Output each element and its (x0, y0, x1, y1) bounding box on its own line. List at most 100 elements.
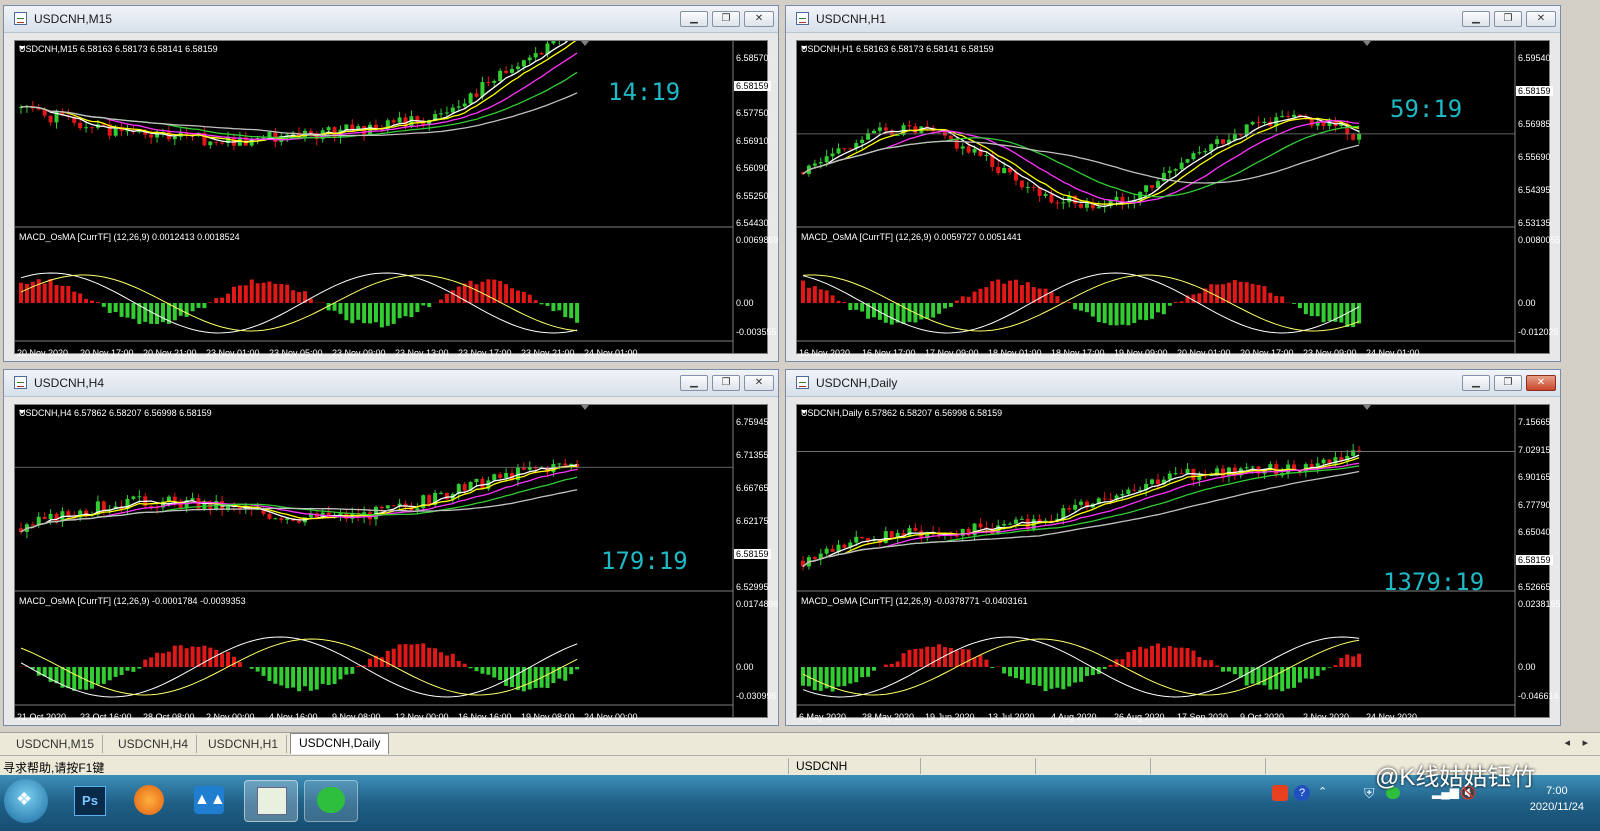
macd-histogram-bar (1274, 295, 1279, 303)
macd-histogram-bar (439, 652, 444, 667)
macd-histogram-bar (397, 644, 402, 667)
candle (527, 57, 532, 61)
title-bar[interactable]: USDCNH,H1 ▁ ❐ ✕ (786, 6, 1560, 33)
macd-histogram-bar (1297, 667, 1302, 683)
tray-arrow-icon[interactable]: ⌃ (1318, 785, 1327, 798)
macd-histogram-bar (984, 659, 989, 667)
chart-shift-marker (581, 41, 589, 46)
macd-histogram-bar (84, 667, 89, 690)
macd-histogram-bar (1173, 647, 1178, 667)
chart-window-m15[interactable]: USDCNH,M15 ▁ ❐ ✕ USDCNH,M15 6.58163 6.58… (3, 5, 779, 362)
macd-histogram-bar (356, 303, 361, 320)
tab-scroll-left-icon[interactable]: ◂ (1564, 736, 1570, 749)
macd-histogram-bar (267, 667, 272, 681)
candle (889, 531, 894, 539)
chart-window-h1[interactable]: USDCNH,H1 ▁ ❐ ✕ USDCNH,H1 6.58163 6.5817… (785, 5, 1561, 362)
sogou-icon[interactable] (1272, 785, 1288, 801)
macd-histogram-bar (267, 281, 272, 303)
start-button[interactable]: ❖ (4, 779, 48, 823)
close-button[interactable]: ✕ (744, 11, 774, 27)
candle (830, 548, 835, 552)
candle (1120, 493, 1125, 496)
browser-icon[interactable] (126, 780, 172, 820)
mt4-taskbar-button[interactable] (244, 780, 298, 822)
candle (1079, 203, 1084, 208)
candle (101, 501, 106, 511)
price-scale-label: 6.53135 (1518, 218, 1551, 228)
chart-area[interactable]: USDCNH,Daily 6.57862 6.58207 6.56998 6.5… (796, 404, 1561, 722)
macd-histogram-bar (409, 644, 414, 667)
macd-histogram-bar (143, 303, 148, 322)
time-axis-label: 9 Oct 2020 (1240, 712, 1285, 722)
macd-header: MACD_OsMA [CurrTF] (12,26,9) 0.0012413 0… (19, 232, 240, 242)
chart-area[interactable]: USDCNH,H4 6.57862 6.58207 6.56998 6.5815… (14, 404, 779, 722)
macd-histogram-bar (539, 303, 544, 305)
macd-histogram-bar (202, 645, 207, 667)
candle (972, 148, 977, 153)
macd-histogram-bar (356, 665, 361, 667)
minimize-button[interactable]: ▁ (680, 11, 708, 27)
tab-usdcnh-m15[interactable]: USDCNH,M15 (8, 735, 104, 753)
tab-usdcnh-h1[interactable]: USDCNH,H1 (200, 735, 288, 753)
time-axis-label: 12 Nov 00:00 (395, 712, 449, 722)
title-bar[interactable]: USDCNH,H4 ▁ ❐ ✕ (4, 370, 778, 397)
mountain-app-icon[interactable]: ▲▲ (186, 780, 232, 820)
wechat-taskbar-button[interactable] (304, 780, 358, 822)
minimize-button[interactable]: ▁ (680, 375, 708, 391)
restore-button[interactable]: ❐ (1494, 11, 1522, 27)
candle (78, 122, 83, 129)
macd-histogram-bar (1037, 288, 1042, 303)
macd-histogram-bar (89, 667, 94, 689)
tab-scroll-right-icon[interactable]: ▸ (1582, 736, 1588, 749)
candle (208, 141, 213, 146)
chart-window-h4[interactable]: USDCNH,H4 ▁ ❐ ✕ USDCNH,H4 6.57862 6.5820… (3, 369, 779, 726)
macd-histogram-bar (1079, 303, 1084, 311)
restore-button[interactable]: ❐ (712, 375, 740, 391)
restore-button[interactable]: ❐ (712, 11, 740, 27)
chart-window-daily[interactable]: USDCNH,Daily ▁ ❐ ✕ USDCNH,Daily 6.57862 … (785, 369, 1561, 726)
macd-histogram-bar (291, 290, 296, 303)
restore-button[interactable]: ❐ (1494, 375, 1522, 391)
macd-histogram-bar (1345, 654, 1350, 667)
candle (842, 544, 847, 548)
macd-histogram-bar (948, 303, 953, 307)
macd-histogram-bar (468, 280, 473, 303)
close-button[interactable]: ✕ (1526, 375, 1556, 391)
photoshop-icon[interactable]: Ps (66, 780, 112, 820)
tab-usdcnh-h4[interactable]: USDCNH,H4 (110, 735, 198, 753)
macd-histogram-bar (889, 663, 894, 667)
macd-histogram-bar (948, 647, 953, 667)
macd-histogram-bar (842, 667, 847, 687)
macd-histogram-bar (1226, 667, 1231, 672)
macd-histogram-bar (860, 303, 865, 312)
close-button[interactable]: ✕ (1526, 11, 1556, 27)
minimize-button[interactable]: ▁ (1462, 375, 1490, 391)
minimize-button[interactable]: ▁ (1462, 11, 1490, 27)
time-axis-label: 9 Nov 08:00 (332, 712, 381, 722)
candle (498, 70, 503, 81)
macd-histogram-bar (368, 303, 373, 324)
macd-histogram-bar (1055, 296, 1060, 303)
macd-header: MACD_OsMA [CurrTF] (12,26,9) 0.0059727 0… (801, 232, 1022, 242)
macd-histogram-bar (220, 653, 225, 667)
clock-time: 7:00 (1546, 785, 1568, 797)
price-scale-label: 6.57750 (736, 108, 769, 118)
time-axis-label: 2 Nov 2020 (1303, 712, 1350, 722)
help-icon[interactable]: ? (1294, 785, 1310, 801)
macd-histogram-bar (421, 303, 426, 306)
chart-app-icon (257, 787, 287, 815)
macd-histogram-bar (1025, 282, 1030, 303)
chart-area[interactable]: USDCNH,H1 6.58163 6.58173 6.58141 6.5815… (796, 40, 1561, 358)
tab-usdcnh-daily[interactable]: USDCNH,Daily (290, 733, 390, 754)
system-clock[interactable]: 7:00 2020/11/24 (1530, 783, 1584, 815)
chart-area[interactable]: USDCNH,M15 6.58163 6.58173 6.58141 6.581… (14, 40, 779, 358)
title-bar[interactable]: USDCNH,Daily ▁ ❐ ✕ (786, 370, 1560, 397)
macd-histogram-bar (1226, 282, 1231, 303)
macd-histogram-bar (415, 644, 420, 667)
shield-icon[interactable]: ⛨ (1364, 785, 1375, 802)
macd-histogram-bar (1357, 303, 1362, 324)
title-bar[interactable]: USDCNH,M15 ▁ ❐ ✕ (4, 6, 778, 33)
close-button[interactable]: ✕ (744, 375, 774, 391)
macd-histogram-bar (801, 667, 805, 686)
macd-histogram-bar (125, 667, 130, 671)
